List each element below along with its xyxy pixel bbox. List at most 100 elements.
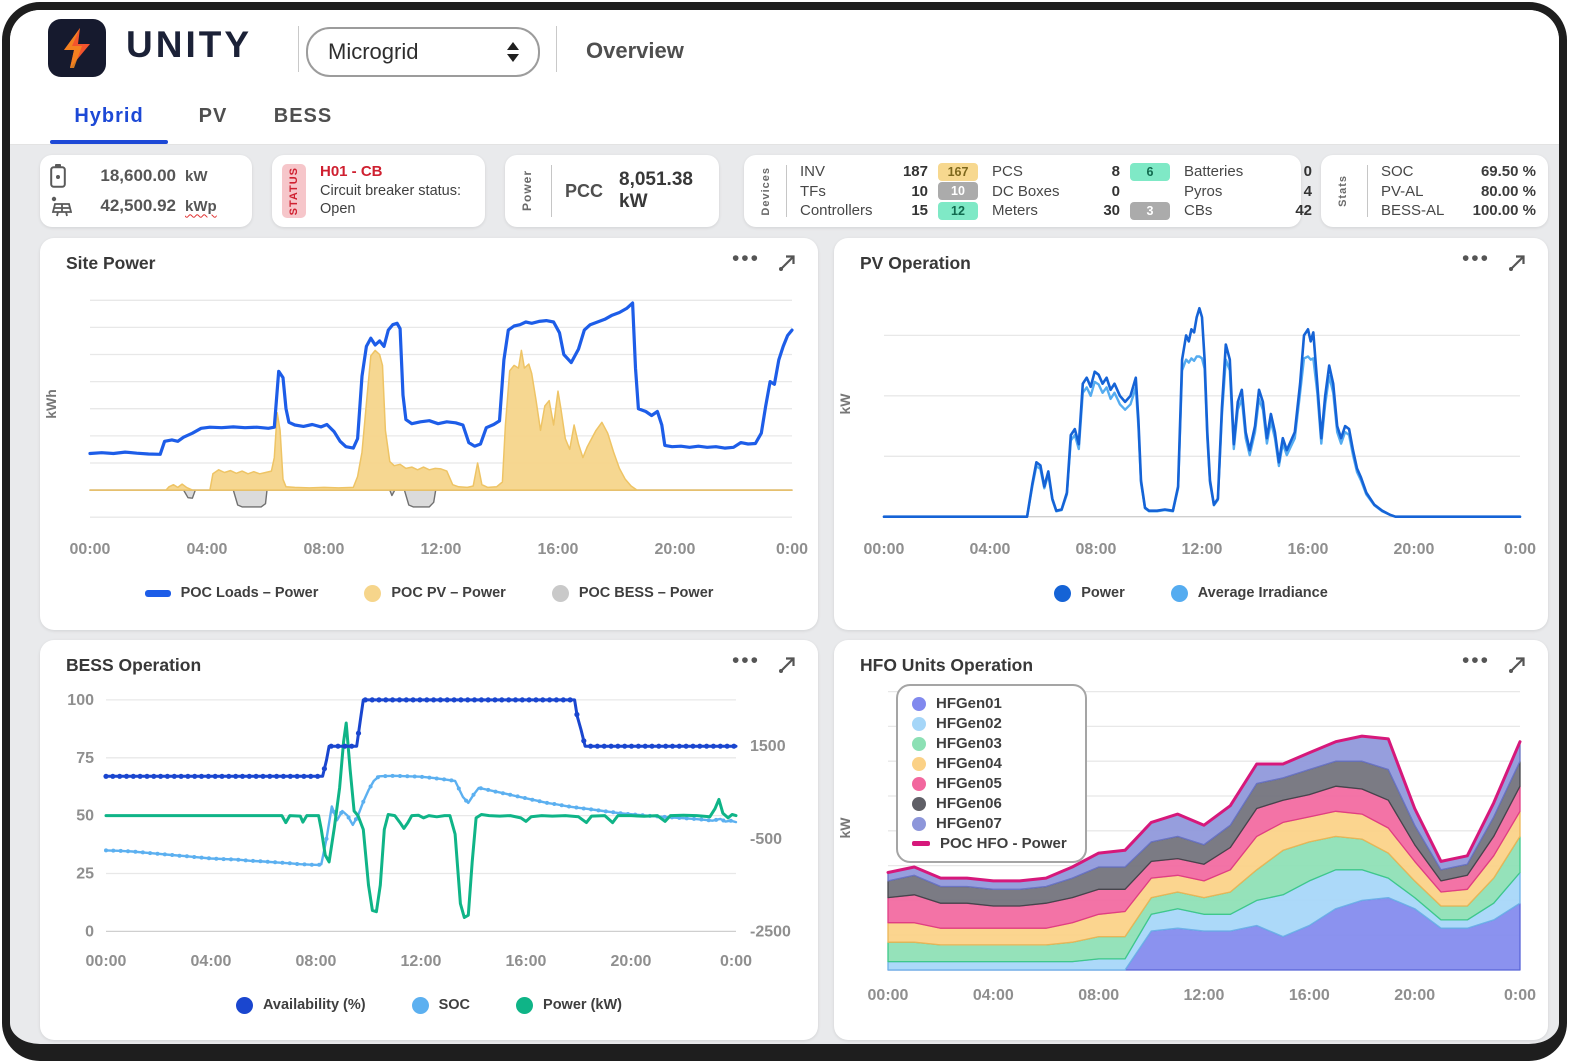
stat-row: PV-AL 80.00 % — [1381, 182, 1536, 200]
tab-pv[interactable]: PV — [178, 88, 248, 144]
tab-hybrid[interactable]: Hybrid — [50, 88, 168, 144]
svg-text:12:00: 12:00 — [421, 541, 462, 558]
tab-bess[interactable]: BESS — [258, 88, 348, 144]
device-count-row: TFs 10 10 — [800, 182, 978, 201]
status-device-title: H01 - CB — [320, 163, 383, 180]
site-power-panel: Site Power ••• 00:00 04:00 08:00 12:00 16:00… — [40, 238, 818, 630]
bess-operation-chart: 00:00 04:00 08:00 12:00 16:00 20:00 0:00 100 75 5… — [40, 676, 818, 983]
svg-text:75: 75 — [76, 750, 94, 767]
svg-text:25: 25 — [76, 866, 94, 883]
more-options-icon[interactable]: ••• — [1462, 650, 1490, 674]
pv-operation-panel: PV Operation ••• 00:00 04:00 08:00 12:00 16:… — [834, 238, 1548, 630]
legend-item[interactable]: Power — [1054, 584, 1125, 602]
devices-badge: Devices — [760, 166, 772, 216]
legend-item[interactable]: HFGen01 — [912, 695, 1067, 712]
status-line1: Circuit breaker status: — [320, 183, 462, 199]
more-options-icon[interactable]: ••• — [732, 248, 760, 272]
power-badge: Power — [520, 170, 534, 212]
capacity-card: 18,600.00 kW 42,500.92 kWp — [40, 155, 252, 227]
legend-item[interactable]: POC BESS – Power — [551, 584, 713, 602]
svg-text:0:00: 0:00 — [720, 953, 752, 970]
pcc-value: 8,051.38 kW — [619, 169, 693, 212]
svg-text:-500: -500 — [750, 831, 782, 848]
expand-icon[interactable] — [1506, 252, 1528, 274]
legend-item[interactable]: HFGen02 — [912, 715, 1067, 732]
svg-text:1500: 1500 — [750, 738, 786, 755]
more-options-icon[interactable]: ••• — [1462, 248, 1490, 272]
lightning-bolt-icon — [64, 28, 90, 68]
svg-text:00:00: 00:00 — [86, 953, 127, 970]
svg-text:08:00: 08:00 — [296, 953, 337, 970]
legend-item[interactable]: HFGen04 — [912, 755, 1067, 772]
svg-text:12:00: 12:00 — [1184, 987, 1225, 1004]
legend-item[interactable]: HFGen05 — [912, 775, 1067, 792]
svg-text:08:00: 08:00 — [1076, 541, 1117, 558]
device-count-row: Controllers 15 12 — [800, 201, 978, 220]
window-frame: UNITY Microgrid Overview Hybrid PV BESS — [2, 2, 1567, 1061]
legend-item[interactable]: HFGen06 — [912, 795, 1067, 812]
legend-item[interactable]: Availability (%) — [236, 996, 366, 1014]
expand-icon[interactable] — [776, 654, 798, 676]
expand-icon[interactable] — [776, 252, 798, 274]
hfo-units-title: HFO Units Operation — [860, 654, 1034, 675]
svg-text:20:00: 20:00 — [655, 541, 696, 558]
site-selector-dropdown[interactable]: Microgrid — [306, 27, 540, 77]
brand-title: UNITY — [126, 24, 252, 65]
svg-text:20:00: 20:00 — [611, 953, 652, 970]
stats-rows: SOC 69.50 % PV-AL 80.00 % BESS-AL 100.00 % — [1381, 162, 1536, 220]
svg-text:-2500: -2500 — [750, 923, 791, 940]
power-card: Power PCC 8,051.38 kW — [505, 155, 719, 227]
legend-item[interactable]: HFGen03 — [912, 735, 1067, 752]
more-options-icon[interactable]: ••• — [732, 650, 760, 674]
legend-item[interactable]: POC Loads – Power — [144, 585, 318, 601]
battery-icon — [50, 164, 66, 188]
header-divider-2 — [556, 26, 557, 72]
svg-text:0:00: 0:00 — [1504, 541, 1536, 558]
chevron-updown-icon — [506, 42, 520, 62]
stats-card: Stats SOC 69.50 % PV-AL 80.00 % BESS-AL 100.0… — [1321, 155, 1548, 227]
svg-text:00:00: 00:00 — [868, 987, 909, 1004]
legend-item[interactable]: POC HFO - Power — [912, 835, 1067, 852]
device-count-row: INV 187 167 — [800, 162, 978, 181]
solar-panel-icon — [51, 196, 72, 217]
svg-text:16:00: 16:00 — [1289, 987, 1330, 1004]
svg-text:04:00: 04:00 — [191, 953, 232, 970]
top-bar: UNITY Microgrid Overview — [10, 10, 1559, 88]
pv-operation-title: PV Operation — [860, 252, 971, 273]
battery-capacity-unit: kW — [185, 167, 208, 185]
site-selector-value: Microgrid — [328, 39, 419, 64]
svg-text:04:00: 04:00 — [187, 541, 228, 558]
status-card: STATUS H01 - CB Circuit breaker status: … — [272, 155, 485, 227]
stat-row: SOC 69.50 % — [1381, 163, 1536, 180]
hfo-units-panel: HFO Units Operation ••• 00:00 04:00 08:00 1… — [834, 640, 1548, 1040]
svg-text:08:00: 08:00 — [304, 541, 345, 558]
status-badge: STATUS — [282, 164, 306, 218]
legend-item[interactable]: HFGen07 — [912, 815, 1067, 832]
expand-icon[interactable] — [1506, 654, 1528, 676]
bess-operation-panel: BESS Operation ••• 00:00 04:00 08:00 12:00 1… — [40, 640, 818, 1040]
device-count-row: Meters 30 3 — [992, 201, 1170, 220]
stats-badge: Stats — [1337, 175, 1349, 207]
legend-item[interactable]: POC PV – Power — [364, 584, 506, 602]
devices-card: Devices INV 187 167 TFs 10 10 Controllers 15 12 P… — [744, 155, 1362, 227]
svg-text:12:00: 12:00 — [1182, 541, 1223, 558]
svg-text:16:00: 16:00 — [538, 541, 579, 558]
svg-text:kW: kW — [837, 817, 853, 839]
legend-item[interactable]: Power (kW) — [516, 996, 622, 1014]
svg-text:00:00: 00:00 — [864, 541, 905, 558]
site-power-legend: POC Loads – Power POC PV – Power POC BESS … — [40, 571, 818, 615]
svg-text:20:00: 20:00 — [1394, 541, 1435, 558]
svg-text:16:00: 16:00 — [506, 953, 547, 970]
page-title: Overview — [586, 38, 684, 63]
svg-text:0:00: 0:00 — [1504, 987, 1536, 1004]
header-divider — [298, 26, 299, 72]
unity-logo — [48, 19, 106, 77]
stat-row: BESS-AL 100.00 % — [1381, 202, 1536, 219]
status-line2: Open — [320, 201, 356, 218]
site-power-chart: 00:00 04:00 08:00 12:00 16:00 20:00 0:00 kWh — [40, 274, 818, 571]
devices-grid: INV 187 167 TFs 10 10 Controllers 15 12 PCS 8 6 DC B… — [800, 162, 1362, 220]
legend-item[interactable]: SOC — [411, 996, 470, 1014]
legend-item[interactable]: Average Irradiance — [1170, 584, 1328, 602]
pv-operation-chart: 00:00 04:00 08:00 12:00 16:00 20:00 0:00 kW — [834, 274, 1548, 571]
battery-capacity-value: 18,600.00 — [100, 166, 176, 185]
